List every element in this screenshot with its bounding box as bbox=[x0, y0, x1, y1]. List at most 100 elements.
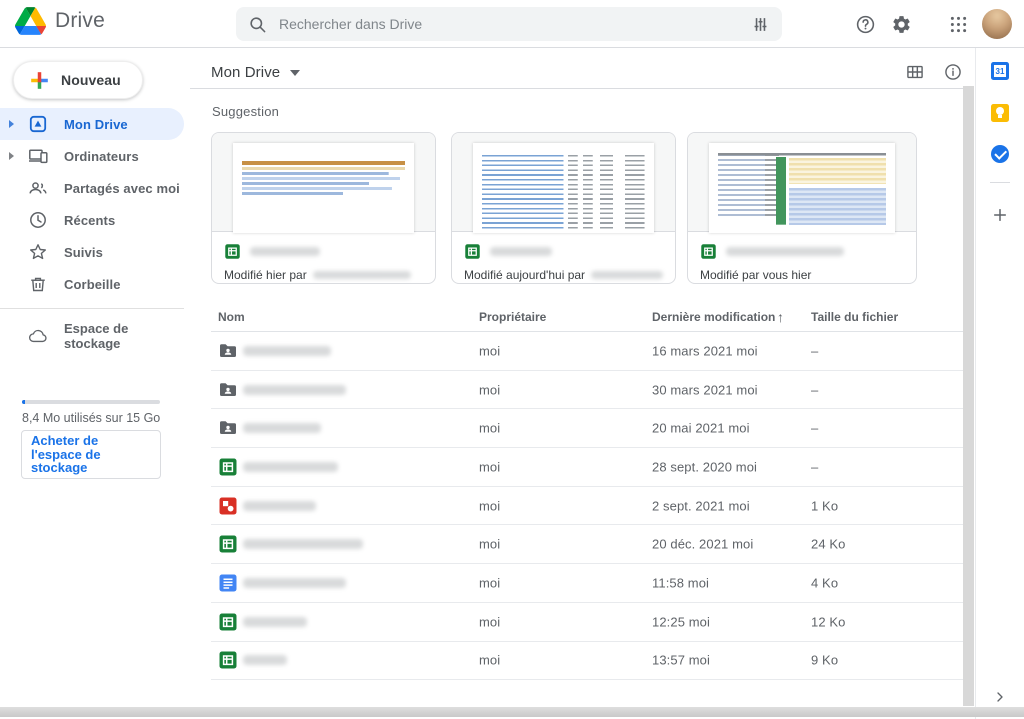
vertical-scrollbar[interactable] bbox=[963, 86, 974, 706]
help-button[interactable] bbox=[849, 8, 881, 40]
expand-arrow-icon[interactable] bbox=[9, 120, 14, 128]
file-size: – bbox=[811, 459, 818, 474]
file-row[interactable]: moi 13:57 moi 9 Ko bbox=[211, 642, 965, 681]
file-modified-date: 30 mars 2021 moi bbox=[652, 382, 758, 397]
column-header-size[interactable]: Taille du fichier bbox=[811, 310, 898, 324]
redacted-file-name bbox=[243, 655, 287, 665]
clock-icon bbox=[28, 210, 48, 230]
buy-storage-button[interactable]: Acheter de l'espace de stockage bbox=[21, 430, 161, 479]
file-size: – bbox=[811, 343, 818, 358]
redacted-file-name bbox=[243, 501, 316, 511]
suggestion-card-1[interactable]: Modifié hier par bbox=[211, 132, 436, 284]
file-modified-date: 20 mai 2021 moi bbox=[652, 421, 750, 436]
sheets-icon bbox=[224, 243, 241, 260]
file-row[interactable]: moi 30 mars 2021 moi – bbox=[211, 371, 965, 410]
file-owner: moi bbox=[479, 537, 500, 552]
side-panel: 31 bbox=[975, 48, 1024, 719]
account-avatar[interactable] bbox=[982, 9, 1012, 39]
sidebar-item-suivis[interactable]: Suivis bbox=[0, 236, 184, 268]
redacted-user-name bbox=[591, 271, 663, 279]
horizontal-scrollbar[interactable] bbox=[0, 707, 1024, 717]
sidebar-item-label: Corbeille bbox=[64, 277, 121, 292]
sidebar-item-ordinateurs[interactable]: Ordinateurs bbox=[0, 140, 184, 172]
google-apps-button[interactable] bbox=[942, 8, 974, 40]
sidebar-item-recents[interactable]: Récents bbox=[0, 204, 184, 236]
chevron-down-icon bbox=[290, 70, 300, 76]
calendar-day-label: 31 bbox=[994, 65, 1006, 77]
file-thumbnail bbox=[212, 133, 435, 232]
file-row[interactable]: moi 28 sept. 2020 moi – bbox=[211, 448, 965, 487]
hide-panel-button[interactable] bbox=[992, 689, 1008, 705]
redacted-file-name bbox=[726, 247, 844, 256]
column-header-modified[interactable]: Dernière modification bbox=[652, 310, 775, 324]
sidebar-item-mon-drive[interactable]: Mon Drive bbox=[0, 108, 184, 140]
file-row[interactable]: moi 12:25 moi 12 Ko bbox=[211, 603, 965, 642]
drive-logo[interactable]: Drive bbox=[15, 7, 105, 35]
sidebar-item-label: Ordinateurs bbox=[64, 149, 139, 164]
storage-usage-text: 8,4 Mo utilisés sur 15 Go bbox=[22, 411, 160, 425]
settings-button[interactable] bbox=[885, 8, 917, 40]
sidebar-item-storage[interactable]: Espace de stockage bbox=[0, 320, 184, 352]
sidebar-item-corbeille[interactable]: Corbeille bbox=[0, 268, 184, 300]
search-input[interactable] bbox=[279, 16, 751, 32]
column-header-name[interactable]: Nom bbox=[218, 310, 245, 324]
folder-title-menu[interactable]: Mon Drive bbox=[211, 57, 300, 87]
redacted-file-name bbox=[243, 539, 363, 549]
file-row[interactable]: moi 20 mai 2021 moi – bbox=[211, 409, 965, 448]
sheets-icon bbox=[218, 457, 238, 477]
file-owner: moi bbox=[479, 653, 500, 668]
google-calendar-icon: 31 bbox=[991, 62, 1009, 80]
left-sidebar: Nouveau Mon Drive Ordinateurs Partagés a… bbox=[0, 48, 184, 719]
tasks-button[interactable] bbox=[991, 145, 1009, 163]
details-button[interactable] bbox=[940, 59, 966, 85]
file-size: 12 Ko bbox=[811, 614, 845, 629]
file-table: Nom Propriétaire Dernière modification ↑… bbox=[211, 303, 965, 680]
spreadsheet-preview bbox=[482, 149, 645, 229]
storage-progress-fill bbox=[22, 400, 25, 404]
file-row[interactable]: moi 16 mars 2021 moi – bbox=[211, 332, 965, 371]
search-options-icon[interactable] bbox=[751, 15, 770, 34]
file-modified-date: 20 déc. 2021 moi bbox=[652, 537, 753, 552]
file-owner: moi bbox=[479, 382, 500, 397]
file-row[interactable]: moi 20 déc. 2021 moi 24 Ko bbox=[211, 525, 965, 564]
file-modified-date: 11:58 moi bbox=[652, 575, 709, 590]
file-size: 24 Ko bbox=[811, 537, 845, 552]
gear-icon bbox=[891, 14, 912, 35]
computers-icon bbox=[28, 146, 48, 166]
redacted-file-name bbox=[243, 346, 331, 356]
calendar-button[interactable]: 31 bbox=[991, 62, 1009, 80]
file-size: – bbox=[811, 382, 818, 397]
sidebar-nav: Mon Drive Ordinateurs Partagés avec moi … bbox=[0, 108, 184, 300]
app-name: Drive bbox=[55, 9, 105, 33]
suggestion-card-2[interactable]: Modifié aujourd'hui par bbox=[451, 132, 676, 284]
keep-button[interactable] bbox=[991, 104, 1009, 122]
file-owner: moi bbox=[479, 421, 500, 436]
sheets-icon bbox=[218, 534, 238, 554]
spreadsheet-preview bbox=[242, 161, 405, 197]
docs-icon bbox=[218, 573, 238, 593]
redacted-file-name bbox=[490, 247, 552, 256]
redacted-file-name bbox=[243, 385, 346, 395]
sidebar-item-label: Partagés avec moi bbox=[64, 181, 180, 196]
search-bar[interactable] bbox=[236, 7, 782, 41]
storage-divider bbox=[0, 308, 184, 309]
suggestion-cards: Modifié hier par Modifié aujourd'hui par bbox=[211, 132, 917, 284]
column-header-owner[interactable]: Propriétaire bbox=[479, 310, 546, 324]
redacted-file-name bbox=[243, 578, 346, 588]
file-owner: moi bbox=[479, 343, 500, 358]
add-addon-button[interactable] bbox=[989, 204, 1011, 226]
file-owner: moi bbox=[479, 498, 500, 513]
file-row[interactable]: moi 2 sept. 2021 moi 1 Ko bbox=[211, 487, 965, 526]
new-button[interactable]: Nouveau bbox=[13, 61, 143, 99]
apps-grid-icon bbox=[948, 14, 969, 35]
grid-view-button[interactable] bbox=[902, 59, 928, 85]
page-title: Mon Drive bbox=[211, 64, 280, 81]
sort-ascending-icon[interactable]: ↑ bbox=[777, 309, 784, 325]
shared-folder-icon bbox=[218, 341, 238, 361]
file-row[interactable]: moi 11:58 moi 4 Ko bbox=[211, 564, 965, 603]
expand-arrow-icon[interactable] bbox=[9, 152, 14, 160]
suggestion-card-3[interactable]: Modifié par vous hier bbox=[687, 132, 917, 284]
card-caption-text: Modifié par vous hier bbox=[700, 268, 811, 282]
google-drive-app: Drive bbox=[0, 0, 1024, 719]
sidebar-item-partages-avec-moi[interactable]: Partagés avec moi bbox=[0, 172, 184, 204]
